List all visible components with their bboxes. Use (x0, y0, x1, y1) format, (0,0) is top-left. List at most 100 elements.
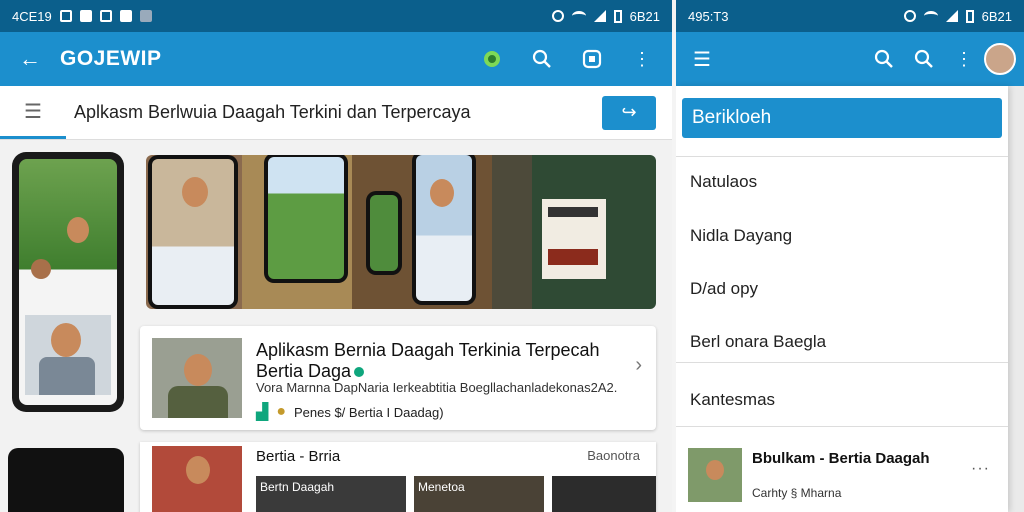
news-card[interactable]: Bertia - Brria Baonotra Bertn Daagah Men… (140, 442, 656, 512)
status-left: 495:T3 (688, 9, 728, 24)
status-right: 6B21 (551, 8, 660, 24)
person-body (39, 357, 95, 395)
drawer-item[interactable]: Nidla Dayang (690, 226, 792, 246)
phone-screen-image (416, 155, 472, 301)
battery-icon (965, 9, 974, 23)
video-tile-label: Bertn Daagah (260, 480, 335, 494)
search-bar: ☰ Aplkasm Berlwuia Daagah Terkini dan Te… (0, 86, 672, 140)
app-bar: ☰ ⋮ (676, 32, 1024, 86)
app-bar-actions: ⋮ (472, 39, 672, 79)
video-tile[interactable]: Bertn Daagah (256, 476, 406, 512)
phone-screen-image (19, 159, 117, 405)
search-icon[interactable] (864, 39, 904, 79)
person-image (186, 456, 210, 484)
news-thumbnail (152, 338, 242, 418)
status-time: 495:T3 (688, 8, 729, 24)
drawer-item[interactable]: Berl onara Baegla (690, 332, 826, 352)
status-clock: 6B21 (629, 8, 660, 24)
status-time: 4CE19 (12, 8, 52, 24)
signal-icon (593, 10, 606, 22)
divider (676, 426, 1008, 427)
alarm-icon (551, 10, 564, 22)
hero-banner[interactable] (146, 155, 656, 309)
drawer-item[interactable]: D/ad opy (690, 279, 758, 299)
featured-title[interactable]: Bbulkam - Bertia Daagah (752, 450, 930, 467)
phone-image (12, 152, 124, 412)
news-title-text: Aplikasm Bernia Daagah Terkinia Terpecah… (256, 340, 600, 381)
menu-icon[interactable]: ☰ (0, 86, 66, 139)
chart-icon: ▟ (256, 404, 269, 421)
phone-screen-image (152, 159, 234, 305)
drawer-item[interactable]: Kantesmas (690, 390, 775, 410)
menu-icon[interactable]: ☰ (676, 47, 728, 72)
news-card[interactable]: Aplikasm Bernia Daagah Terkinia Terpecah… (140, 326, 656, 430)
notification-icon (119, 10, 132, 22)
more-vert-icon[interactable]: ⋮ (944, 39, 984, 79)
status-bar: 4CE19 6B21 (0, 0, 672, 32)
sign-board (542, 199, 606, 279)
phone-image (412, 155, 476, 305)
green-status-icon (484, 51, 500, 67)
wifi-icon (923, 11, 938, 21)
avatar[interactable] (984, 43, 1016, 75)
sign-text-block (548, 207, 598, 217)
status-left: 4CE19 (12, 9, 152, 24)
person-image (706, 460, 724, 480)
emoji-icon: ● (276, 403, 286, 420)
person-image (184, 354, 212, 386)
notification-icon (99, 10, 112, 22)
left-app: 4CE19 6B21 ← GOJEWIP ⋮ ☰ Aplkasm Berlwui… (0, 0, 672, 512)
status-button[interactable] (472, 39, 512, 79)
banner-tile (242, 155, 352, 309)
banner-tile (352, 155, 492, 309)
drawer-item[interactable]: Natulaos (690, 172, 757, 192)
person-body (168, 386, 228, 418)
alarm-icon (903, 10, 916, 22)
phone-image (366, 191, 402, 275)
video-tile[interactable] (552, 476, 656, 512)
battery-icon (613, 9, 622, 23)
status-right: 6B21 (903, 9, 1012, 24)
divider (676, 362, 1008, 363)
person-image (51, 323, 81, 357)
status-bar: 495:T3 6B21 (676, 0, 1024, 32)
apps-icon[interactable] (572, 39, 612, 79)
wifi-icon (571, 11, 586, 21)
search-icon[interactable] (904, 39, 944, 79)
news-source: Baonotra (587, 448, 640, 463)
banner-tile (492, 155, 532, 309)
banner-tile (146, 155, 242, 309)
video-tile[interactable]: Menetoa (414, 476, 544, 512)
search-icon[interactable] (522, 39, 562, 79)
more-vert-icon[interactable]: ⋮ (622, 39, 662, 79)
chevron-right-icon[interactable]: › (635, 354, 642, 377)
sign-text-block (548, 249, 598, 265)
app-bar: ← GOJEWIP ⋮ (0, 32, 672, 86)
drawer-header[interactable]: Berikloeh (682, 98, 1002, 138)
news-subtitle: Vora Marnna DapNaria Ierkeabtitia Boegll… (256, 380, 618, 395)
news-meta: ▟ ● Penes $/ Bertia I Daadag) (256, 402, 444, 422)
banner-tile (532, 155, 656, 309)
app-title: GOJEWIP (60, 47, 162, 70)
phone-image (148, 155, 238, 309)
video-frame (25, 315, 111, 395)
more-horiz-icon[interactable]: ··· (971, 460, 990, 478)
verified-icon (354, 366, 365, 377)
navigation-drawer: Berikloeh Natulaos Nidla Dayang D/ad opy… (676, 86, 1008, 512)
featured-subtitle: Carhty § Mharna (752, 486, 842, 500)
screen-root: 4CE19 6B21 ← GOJEWIP ⋮ ☰ Aplkasm Berlwui… (0, 0, 1024, 512)
person-image (182, 177, 208, 207)
video-tile-label: Menetoa (418, 480, 465, 494)
news-title: Aplikasm Bernia Daagah Terkinia Terpecah… (256, 340, 626, 381)
news-title: Bertia - Brria (256, 448, 341, 465)
phone-screen-image (370, 195, 398, 271)
share-arrow-icon[interactable]: ↪ (602, 95, 656, 130)
featured-thumbnail (688, 448, 742, 502)
notification-icon (139, 10, 152, 22)
phone-image (264, 155, 348, 283)
search-query[interactable]: Aplkasm Berlwuia Daagah Terkini dan Terp… (66, 102, 602, 123)
arrow-left-icon[interactable]: ← (0, 46, 60, 72)
person-image (67, 217, 89, 243)
phone-screen-image (268, 157, 344, 279)
news-thumbnail (152, 446, 242, 512)
